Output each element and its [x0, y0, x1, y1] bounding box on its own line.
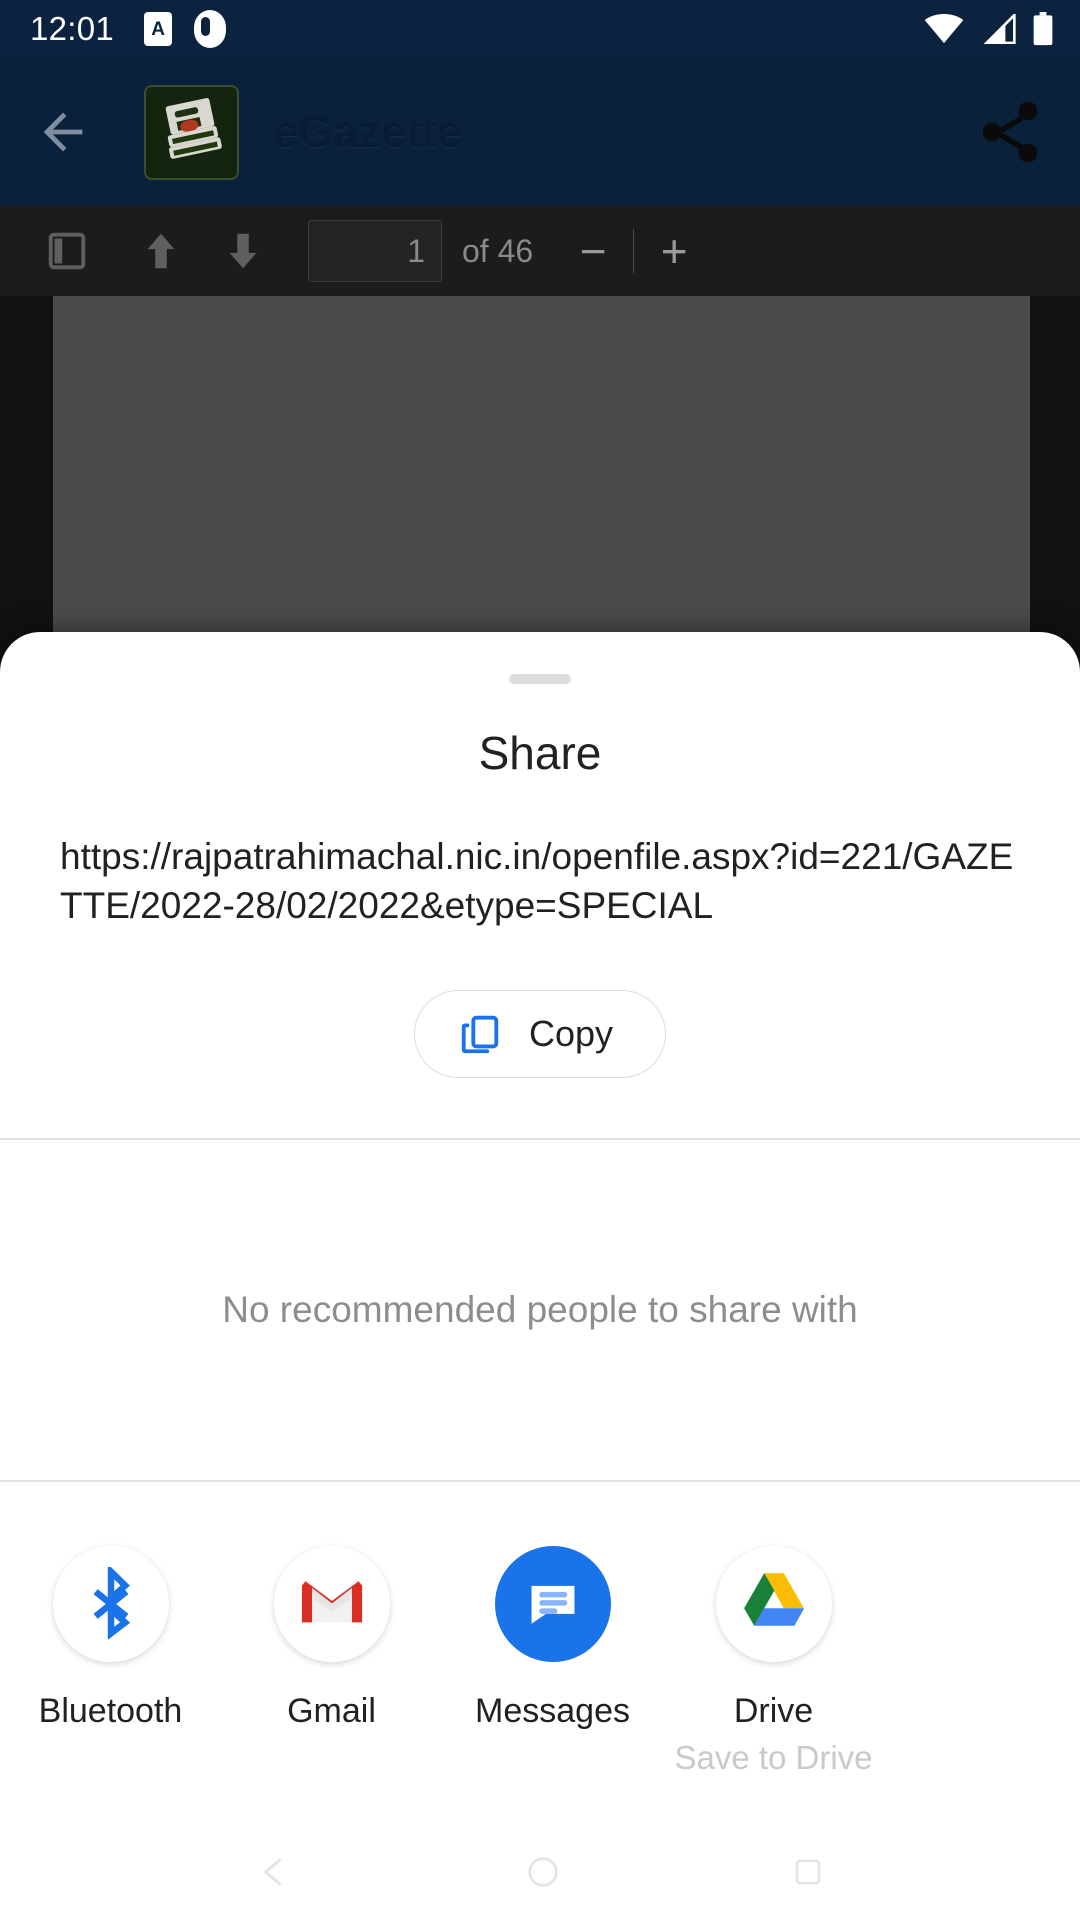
- egazette-book-logo: [144, 84, 239, 180]
- zoom-out-button[interactable]: −: [567, 228, 619, 274]
- nav-recents-icon[interactable]: [789, 1853, 827, 1891]
- share-target-sublabel: Save to Drive: [674, 1739, 873, 1777]
- shared-url-text: https://rajpatrahimachal.nic.in/openfile…: [60, 836, 1014, 927]
- empty-recommendations-message: No recommended people to share with: [222, 1289, 858, 1331]
- cellular-signal-icon: [983, 14, 1016, 44]
- a-badge-icon: A: [144, 12, 173, 46]
- share-sheet-title: Share: [478, 727, 602, 779]
- page-title: eGazette: [273, 106, 463, 157]
- messages-icon: [494, 1546, 611, 1663]
- status-notification-icons: A: [144, 10, 227, 48]
- bluetooth-icon: [52, 1546, 169, 1663]
- sheet-drag-handle[interactable]: [509, 674, 571, 684]
- status-clock: 12:01: [30, 10, 115, 47]
- share-target-label: Drive: [733, 1692, 814, 1731]
- share-target-label: Gmail: [287, 1692, 376, 1731]
- share-target-label: Messages: [475, 1692, 630, 1731]
- status-system-icons: [924, 12, 1054, 46]
- pocket-icon: [194, 10, 227, 48]
- share-targets-row: Bluetooth Gmail Messages Drive Save to D…: [0, 1482, 1080, 1777]
- toolbar-divider: [633, 229, 635, 273]
- share-icon[interactable]: [974, 96, 1046, 168]
- share-bottom-sheet: Share https://rajpatrahimachal.nic.in/op…: [0, 632, 1080, 1920]
- share-target-messages[interactable]: Messages: [442, 1546, 663, 1777]
- sidebar-toggle-icon[interactable]: [44, 228, 90, 274]
- copy-button-label: Copy: [528, 1013, 614, 1055]
- page-up-icon[interactable]: [138, 228, 184, 274]
- share-target-label: Bluetooth: [38, 1692, 183, 1731]
- back-arrow-icon[interactable]: [34, 103, 92, 161]
- page-number-input[interactable]: 1: [308, 220, 442, 282]
- nav-home-icon[interactable]: [523, 1852, 563, 1892]
- status-bar: 12:01 A: [0, 0, 1080, 58]
- google-drive-icon: [715, 1546, 832, 1663]
- system-navigation-bar: [0, 1824, 1080, 1920]
- share-target-gmail[interactable]: Gmail: [221, 1546, 442, 1777]
- copy-icon: [461, 1016, 499, 1054]
- app-bar: eGazette: [0, 58, 1080, 206]
- page-total-label: of 46: [462, 232, 534, 269]
- nav-back-icon[interactable]: [253, 1850, 297, 1894]
- zoom-in-button[interactable]: +: [648, 228, 700, 274]
- page-down-icon[interactable]: [220, 228, 266, 274]
- share-target-drive[interactable]: Drive Save to Drive: [663, 1546, 884, 1777]
- wifi-icon: [924, 14, 964, 44]
- copy-button-row: Copy: [0, 990, 1080, 1079]
- share-target-bluetooth[interactable]: Bluetooth: [0, 1546, 221, 1777]
- copy-button[interactable]: Copy: [413, 990, 667, 1079]
- pdf-toolbar: 1 of 46 − +: [0, 206, 1080, 296]
- gmail-icon: [273, 1546, 390, 1663]
- battery-icon: [1033, 12, 1053, 46]
